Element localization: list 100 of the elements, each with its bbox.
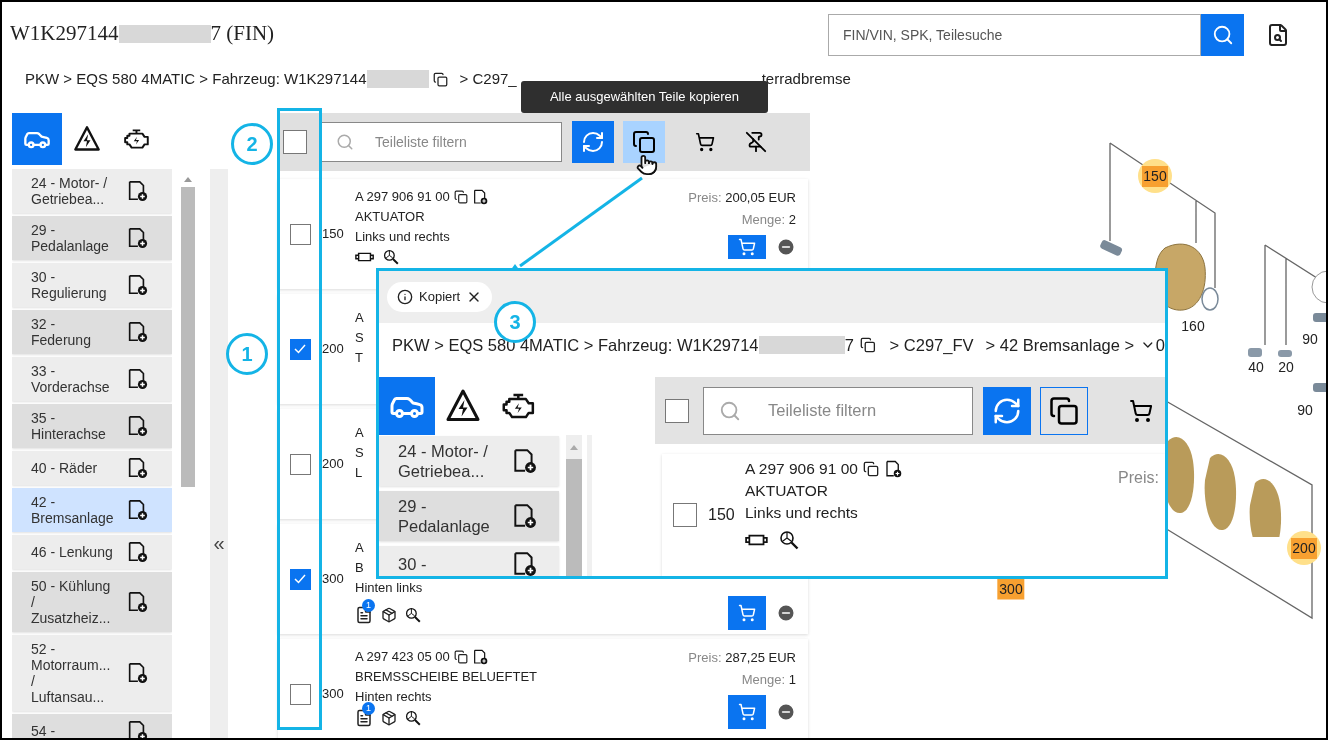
category-item[interactable]: 33 - Vorderachse: [12, 357, 172, 401]
position-label[interactable]: 40: [1248, 356, 1264, 378]
add-document-icon[interactable]: [126, 274, 148, 296]
add-document-icon[interactable]: [511, 448, 537, 474]
callout-number: 1: [226, 333, 268, 375]
add-to-cart-button[interactable]: [728, 235, 766, 259]
add-document-icon[interactable]: [883, 460, 902, 478]
high-voltage-icon: [73, 125, 101, 153]
checkbox[interactable]: [289, 683, 311, 705]
category-item[interactable]: 24 - Motor- / Getriebea...: [379, 436, 559, 486]
remove-icon[interactable]: [776, 237, 796, 257]
add-document-icon[interactable]: [126, 321, 148, 343]
category-item[interactable]: 32 - Federung: [12, 310, 172, 354]
add-document-icon[interactable]: [126, 662, 148, 684]
category-item[interactable]: 29 - Pedalanlage: [12, 216, 172, 260]
document-icon[interactable]: [355, 709, 373, 727]
add-document-icon[interactable]: [126, 415, 148, 437]
package-icon[interactable]: [381, 710, 397, 726]
breadcrumb-link[interactable]: > C297_FV: [889, 332, 974, 358]
checkbox[interactable]: [289, 453, 311, 475]
part-name: AKTUATOR: [745, 481, 828, 501]
copy-icon[interactable]: [432, 71, 448, 87]
position-number: 150: [708, 505, 735, 525]
add-document-icon[interactable]: [126, 180, 148, 202]
checkbox[interactable]: [289, 338, 311, 360]
checkbox[interactable]: [289, 568, 311, 590]
copy-icon: [1049, 395, 1079, 426]
category-item[interactable]: 29 - Pedalanlage: [379, 491, 559, 541]
checkbox[interactable]: [665, 398, 689, 423]
copy-button[interactable]: [1040, 386, 1088, 435]
position-label[interactable]: 150: [1138, 159, 1172, 193]
add-document-icon[interactable]: [126, 227, 148, 249]
category-item[interactable]: 30 -: [379, 546, 559, 576]
unpin-icon: [745, 131, 767, 153]
magnifier-icon[interactable]: [779, 530, 799, 550]
position-label[interactable]: 20: [1278, 356, 1294, 378]
scrollbar-thumb[interactable]: [566, 459, 582, 576]
add-document-icon[interactable]: [511, 551, 537, 576]
add-document-icon[interactable]: [126, 541, 148, 563]
magnifier-icon[interactable]: [383, 249, 399, 265]
checkbox[interactable]: [673, 503, 697, 527]
magnifier-icon[interactable]: [405, 710, 421, 726]
category-item[interactable]: 46 - Lenkung: [12, 535, 172, 569]
add-document-icon[interactable]: [126, 720, 148, 738]
add-document-icon[interactable]: [511, 503, 537, 529]
position-label[interactable]: 160: [1181, 315, 1205, 337]
search-field[interactable]: FIN/VIN, SPK, Teilesuche: [828, 14, 1201, 56]
category-item[interactable]: 54 -: [12, 714, 172, 738]
category-item[interactable]: 50 - Kühlung / Zusatzheiz...: [12, 572, 172, 632]
refresh-button[interactable]: [983, 386, 1031, 435]
category-item[interactable]: 52 - Motorraum... / Luftansau...: [12, 635, 172, 711]
package-icon[interactable]: [381, 607, 397, 623]
add-to-cart-button[interactable]: [728, 695, 766, 729]
document-icon[interactable]: [355, 606, 373, 624]
category-item[interactable]: 24 - Motor- / Getriebea...: [12, 169, 172, 213]
remove-icon[interactable]: [776, 603, 796, 623]
scrollbar-thumb[interactable]: [181, 187, 195, 487]
part-name: BREMSSCHEIBE BELUEFTET: [355, 668, 538, 686]
category-item[interactable]: 42 - Bremsanlage: [12, 488, 172, 532]
add-document-icon[interactable]: [126, 499, 148, 521]
copy-icon[interactable]: [453, 190, 468, 204]
part-description: Links und rechts: [745, 503, 858, 523]
magnifier-icon[interactable]: [405, 607, 421, 623]
remove-icon[interactable]: [776, 702, 796, 722]
position-label[interactable]: 200: [1287, 531, 1321, 565]
position-number: 150: [322, 225, 344, 244]
add-document-icon[interactable]: [471, 189, 488, 205]
category-item[interactable]: 35 - Hinterachse: [12, 404, 172, 448]
position-label[interactable]: 90: [1297, 399, 1313, 421]
add-document-icon[interactable]: [126, 368, 148, 390]
price-text: Preis: 287,25 EUR: [688, 649, 796, 667]
add-to-cart-button[interactable]: [728, 596, 766, 630]
cart-icon: [738, 604, 756, 622]
copy-icon[interactable]: [862, 461, 879, 477]
cart-icon: [695, 132, 715, 152]
add-document-icon[interactable]: [126, 591, 148, 613]
part-number: A: [355, 424, 364, 442]
copy-icon[interactable]: [453, 650, 468, 664]
count-badge: 1: [362, 702, 375, 715]
filter-field[interactable]: Teileliste filtern: [320, 122, 562, 162]
copy-button[interactable]: [623, 121, 665, 163]
refresh-button[interactable]: [572, 121, 614, 163]
document-search-icon[interactable]: [1266, 23, 1290, 47]
scroll-up-icon[interactable]: [183, 175, 193, 183]
position-label[interactable]: 300: [997, 578, 1025, 600]
checkbox[interactable]: [283, 130, 307, 154]
search-button[interactable]: [1201, 14, 1244, 56]
filter-field[interactable]: Teileliste filtern: [703, 386, 973, 435]
category-item[interactable]: 40 - Räder: [12, 451, 172, 485]
collapse-toggle[interactable]: «: [213, 533, 225, 553]
add-document-icon[interactable]: [471, 649, 488, 665]
part-name: AKTUATOR: [355, 208, 425, 226]
copy-icon[interactable]: [859, 337, 876, 353]
part-number: A 297 906 91 00: [355, 188, 450, 206]
breadcrumb-link[interactable]: > 42 Bremsanlage >: [985, 332, 1135, 358]
category-item[interactable]: 30 - Regulierung: [12, 263, 172, 307]
position-label[interactable]: 90: [1302, 328, 1318, 350]
add-document-icon[interactable]: [126, 457, 148, 479]
checkbox[interactable]: [289, 223, 311, 245]
breadcrumb-link[interactable]: > C297_: [459, 67, 517, 91]
